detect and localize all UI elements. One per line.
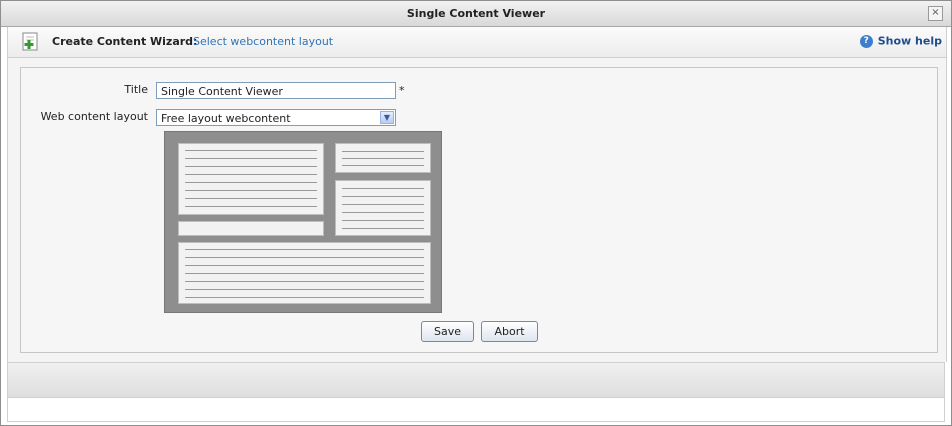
add-content-icon [22, 32, 38, 51]
layout-select[interactable]: Free layout webcontent ▼ [156, 109, 396, 126]
preview-block [335, 143, 431, 173]
close-icon[interactable]: × [928, 6, 943, 21]
title-label: Title [124, 83, 148, 96]
preview-block [178, 242, 431, 304]
title-input[interactable]: Single Content Viewer [156, 82, 396, 99]
title-bar: Single Content Viewer × [1, 1, 951, 27]
dialog-window: Single Content Viewer × Create Content W… [0, 0, 952, 426]
preview-block [178, 221, 324, 236]
save-button[interactable]: Save [421, 321, 474, 342]
wizard-body: Title Single Content Viewer * Web conten… [7, 58, 947, 362]
abort-button[interactable]: Abort [481, 321, 538, 342]
form-panel: Title Single Content Viewer * Web conten… [20, 67, 938, 353]
layout-preview [164, 131, 442, 313]
preview-block [178, 143, 324, 215]
window-title: Single Content Viewer [406, 7, 546, 20]
layout-label: Web content layout [40, 110, 148, 123]
help-icon: ? [859, 34, 873, 48]
wizard-label: Create Content Wizard: [52, 35, 198, 48]
required-mark: * [399, 84, 405, 97]
show-help-label: Show help [877, 34, 942, 48]
show-help-button[interactable]: ? Show help [859, 34, 942, 48]
bottom-strip [7, 398, 945, 422]
preview-block [335, 180, 431, 236]
wizard-step-link[interactable]: Select webcontent layout [193, 35, 333, 48]
layout-select-value: Free layout webcontent [161, 112, 291, 125]
wizard-toolbar: Create Content Wizard: Select webcontent… [7, 27, 947, 58]
chevron-down-icon[interactable]: ▼ [380, 111, 394, 124]
footer-bar [7, 362, 945, 398]
